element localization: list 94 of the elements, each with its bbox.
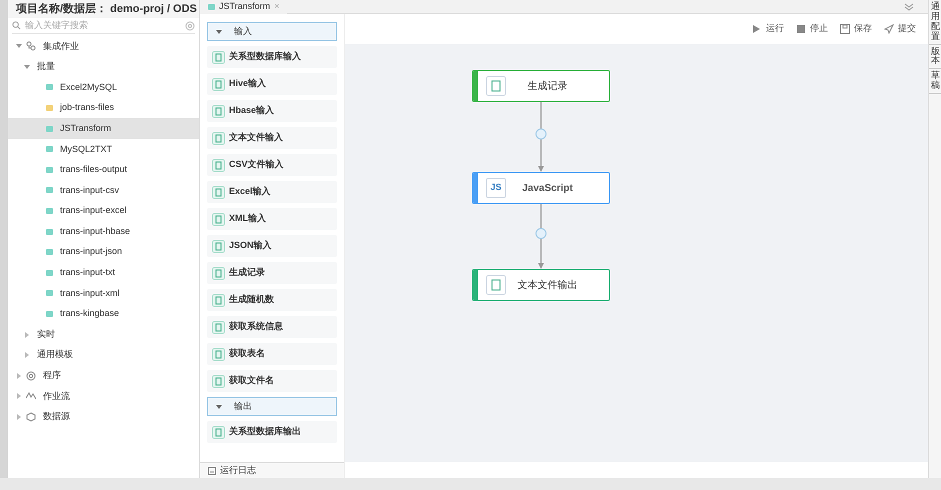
document-icon <box>212 374 225 388</box>
caret-right-icon[interactable] <box>16 372 22 379</box>
document-icon <box>212 240 225 252</box>
caret-right-icon[interactable] <box>16 393 22 400</box>
component-item[interactable]: 文本文件输入 <box>207 127 337 149</box>
node-label: 文本文件输出 <box>516 278 578 292</box>
caret-right-icon[interactable] <box>24 332 30 338</box>
log-icon <box>208 466 216 474</box>
collapse-icon[interactable] <box>904 2 914 10</box>
gear-icon <box>26 370 36 381</box>
document-icon <box>212 158 225 172</box>
document-icon <box>212 132 225 144</box>
document-icon <box>212 186 225 198</box>
tree-item[interactable]: trans-files-output <box>8 160 199 180</box>
component-item[interactable]: CSV文件输入 <box>207 154 337 176</box>
document-icon <box>212 320 225 334</box>
document-icon <box>212 78 225 90</box>
flow-node[interactable]: JS JavaScript <box>472 172 610 204</box>
component-item[interactable]: 生成记录 <box>207 262 337 284</box>
node-label: 生成记录 <box>526 80 568 94</box>
component-item[interactable]: 获取系统信息 <box>207 316 337 338</box>
tree-item[interactable]: trans-input-txt <box>8 262 199 284</box>
stop-icon <box>796 24 806 34</box>
component-item[interactable]: 生成随机数 <box>207 289 337 311</box>
document-icon <box>212 212 225 226</box>
tree-item[interactable]: MySQL2TXT <box>8 138 199 160</box>
component-item[interactable]: JSON输入 <box>207 235 337 257</box>
section-header[interactable]: 输出 <box>207 397 337 416</box>
side-tab[interactable]: 通用配置 <box>929 0 941 45</box>
component-item[interactable]: Hive输入 <box>207 73 337 95</box>
tab-label: JSTransform <box>219 0 270 13</box>
tree-item[interactable]: trans-input-csv <box>8 180 199 201</box>
document-icon <box>212 348 225 360</box>
zigzag-icon <box>26 391 36 402</box>
tree-item[interactable]: trans-kingbase <box>8 304 199 324</box>
component-item[interactable]: Excel输入 <box>207 181 337 203</box>
log-button[interactable]: 运行日志 <box>200 462 344 478</box>
document-icon <box>486 76 506 96</box>
tree-item[interactable]: job-trans-files <box>8 98 199 118</box>
component-item[interactable]: 关系型数据库输入 <box>207 46 337 68</box>
tree-label[interactable]: 通用模板 <box>37 348 73 362</box>
submit-button[interactable]: 提交 <box>884 22 916 36</box>
document-icon <box>212 50 225 64</box>
component-item[interactable]: 关系型数据库输出 <box>207 421 337 443</box>
document-icon <box>212 426 225 438</box>
tree-item[interactable]: trans-input-json <box>8 242 199 263</box>
save-button[interactable]: 保存 <box>840 22 872 36</box>
connector-arrow <box>535 204 547 269</box>
section-header[interactable]: 输入 <box>207 22 337 41</box>
flow-node[interactable]: 生成记录 <box>472 70 610 102</box>
tree-label[interactable]: 批量 <box>37 60 55 74</box>
tree-label[interactable]: 数据源 <box>43 410 70 424</box>
component-item[interactable]: Hbase输入 <box>207 100 337 122</box>
component-item[interactable]: 获取文件名 <box>207 370 337 392</box>
caret-down-icon[interactable] <box>16 43 22 50</box>
side-tab[interactable]: 版本 <box>929 44 941 70</box>
tree-item[interactable]: Excel2MySQL <box>8 77 199 98</box>
tree-label[interactable]: 集成作业 <box>43 40 79 54</box>
caret-right-icon[interactable] <box>16 414 22 420</box>
search-field[interactable]: 输入关键字搜索 <box>25 18 181 32</box>
side-tab[interactable]: 草稿 <box>929 69 941 94</box>
settings-icon[interactable] <box>185 20 195 30</box>
document-icon <box>212 266 225 280</box>
document-icon <box>212 294 225 306</box>
caret-right-icon[interactable] <box>24 352 30 358</box>
tree-label[interactable]: 程序 <box>43 369 61 383</box>
search-icon <box>12 21 21 30</box>
tree-item[interactable]: trans-input-xml <box>8 283 199 304</box>
nodes-icon <box>26 41 36 52</box>
play-icon <box>752 24 762 34</box>
run-button[interactable]: 运行 <box>752 22 784 36</box>
component-item[interactable]: XML输入 <box>207 208 337 230</box>
document-icon <box>212 104 225 118</box>
caret-icon[interactable] <box>216 404 222 410</box>
save-icon <box>840 24 850 34</box>
component-item[interactable]: 获取表名 <box>207 343 337 365</box>
flow-node[interactable]: 文本文件输出 <box>472 269 610 301</box>
tree-item[interactable]: trans-input-excel <box>8 200 199 222</box>
cube-icon <box>26 412 36 422</box>
caret-down-icon[interactable] <box>24 64 30 70</box>
node-label: JavaScript <box>521 182 574 196</box>
send-icon <box>884 24 894 34</box>
editor-tab[interactable]: JSTransform × <box>200 0 288 14</box>
tree-label[interactable]: 实时 <box>37 328 55 342</box>
tree-label[interactable]: 作业流 <box>43 390 70 404</box>
connector-arrow <box>535 102 547 172</box>
project-title: 项目名称/数据层： demo-proj / ODS <box>8 0 199 18</box>
node-icon-badge: JS <box>486 178 506 198</box>
stop-button[interactable]: 停止 <box>796 22 828 36</box>
caret-icon[interactable] <box>216 28 222 34</box>
tree-item[interactable]: trans-input-hbase <box>8 221 199 242</box>
file-icon <box>208 4 215 10</box>
tree-item[interactable]: JSTransform <box>8 118 199 139</box>
document-icon <box>486 275 506 295</box>
